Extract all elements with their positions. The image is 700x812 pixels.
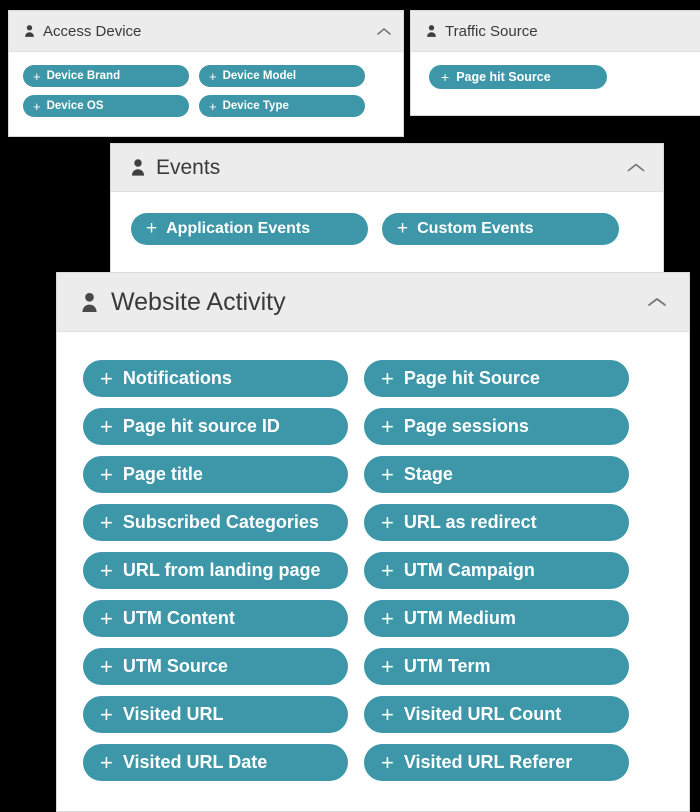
add-field-button[interactable]: + UTM Term — [364, 648, 629, 685]
user-icon — [129, 158, 147, 177]
plus-icon: + — [100, 701, 113, 727]
plus-icon: + — [209, 68, 217, 84]
add-field-button[interactable]: + Device OS — [23, 95, 189, 117]
add-field-button[interactable]: + Page hit Source — [429, 65, 607, 89]
plus-icon: + — [397, 218, 409, 239]
panel-title-events: Events — [129, 156, 627, 180]
plus-icon: + — [100, 605, 113, 631]
chevron-up-icon[interactable] — [627, 162, 645, 173]
add-field-button[interactable]: + Stage — [364, 456, 629, 493]
panel-website-activity: Website Activity + Notifications + Page hi… — [56, 272, 690, 812]
panel-title-access-device: Access Device — [23, 23, 377, 40]
add-field-button[interactable]: + Custom Events — [382, 213, 619, 245]
panel-body-website-activity: + Notifications + Page hit Source + Page hi… — [57, 332, 689, 781]
panel-access-device: Access Device + Device Brand + Device Mode… — [8, 10, 404, 137]
add-field-button[interactable]: + UTM Content — [83, 600, 348, 637]
add-field-button[interactable]: + Device Brand — [23, 65, 189, 87]
button-grid-traffic-source: + Page hit Source — [429, 65, 700, 89]
panel-title-label: Website Activity — [111, 287, 286, 316]
add-field-button[interactable]: + Notifications — [83, 360, 348, 397]
add-field-button[interactable]: + Page sessions — [364, 408, 629, 445]
panel-title-label: Traffic Source — [445, 22, 538, 40]
plus-icon: + — [33, 98, 41, 114]
panel-title-website-activity: Website Activity — [79, 288, 647, 317]
chevron-up-icon[interactable] — [377, 27, 391, 36]
plus-icon: + — [146, 218, 158, 239]
panel-header-traffic-source[interactable]: Traffic Source — [411, 11, 700, 52]
panel-title-label: Access Device — [43, 22, 142, 40]
plus-icon: + — [381, 365, 394, 391]
user-icon — [79, 291, 100, 314]
panel-body-events: + Application Events + Custom Events — [111, 192, 663, 245]
panel-title-label: Events — [156, 155, 221, 179]
add-field-button[interactable]: + UTM Source — [83, 648, 348, 685]
panel-body-traffic-source: + Page hit Source — [411, 52, 700, 89]
plus-icon: + — [441, 69, 450, 85]
button-grid-events: + Application Events + Custom Events — [131, 213, 663, 245]
add-field-button[interactable]: + UTM Medium — [364, 600, 629, 637]
plus-icon: + — [100, 413, 113, 439]
plus-icon: + — [381, 701, 394, 727]
panel-header-events[interactable]: Events — [111, 144, 663, 192]
add-field-button[interactable]: + Application Events — [131, 213, 368, 245]
panel-header-website-activity[interactable]: Website Activity — [57, 273, 689, 332]
add-field-button[interactable]: + Page hit source ID — [83, 408, 348, 445]
panel-traffic-source: Traffic Source + Page hit Source — [410, 10, 700, 116]
add-field-button[interactable]: + Visited URL Date — [83, 744, 348, 781]
add-field-button[interactable]: + Device Model — [199, 65, 365, 87]
plus-icon: + — [33, 68, 41, 84]
plus-icon: + — [100, 461, 113, 487]
add-field-button[interactable]: + Subscribed Categories — [83, 504, 348, 541]
plus-icon: + — [381, 605, 394, 631]
add-field-button[interactable]: + URL as redirect — [364, 504, 629, 541]
plus-icon: + — [381, 509, 394, 535]
plus-icon: + — [100, 653, 113, 679]
add-field-button[interactable]: + URL from landing page — [83, 552, 348, 589]
panel-title-traffic-source: Traffic Source — [425, 23, 697, 40]
button-grid-website-activity: + Notifications + Page hit Source + Page hi… — [83, 360, 689, 781]
user-icon — [23, 24, 36, 38]
plus-icon: + — [381, 413, 394, 439]
plus-icon: + — [100, 365, 113, 391]
add-field-button[interactable]: + Page hit Source — [364, 360, 629, 397]
plus-icon: + — [209, 98, 217, 114]
button-grid-access-device: + Device Brand + Device Model + Device OS +… — [23, 65, 403, 117]
panel-events: Events + Application Events + Custom Event… — [110, 143, 664, 278]
user-icon — [425, 24, 438, 38]
add-field-button[interactable]: + Visited URL Count — [364, 696, 629, 733]
plus-icon: + — [100, 509, 113, 535]
panel-body-access-device: + Device Brand + Device Model + Device OS +… — [9, 52, 403, 117]
add-field-button[interactable]: + Visited URL Referer — [364, 744, 629, 781]
add-field-button[interactable]: + UTM Campaign — [364, 552, 629, 589]
chevron-up-icon[interactable] — [647, 296, 667, 308]
panel-header-access-device[interactable]: Access Device — [9, 11, 403, 52]
plus-icon: + — [381, 749, 394, 775]
add-field-button[interactable]: + Device Type — [199, 95, 365, 117]
plus-icon: + — [381, 653, 394, 679]
plus-icon: + — [100, 557, 113, 583]
add-field-button[interactable]: + Page title — [83, 456, 348, 493]
plus-icon: + — [100, 749, 113, 775]
plus-icon: + — [381, 557, 394, 583]
add-field-button[interactable]: + Visited URL — [83, 696, 348, 733]
plus-icon: + — [381, 461, 394, 487]
